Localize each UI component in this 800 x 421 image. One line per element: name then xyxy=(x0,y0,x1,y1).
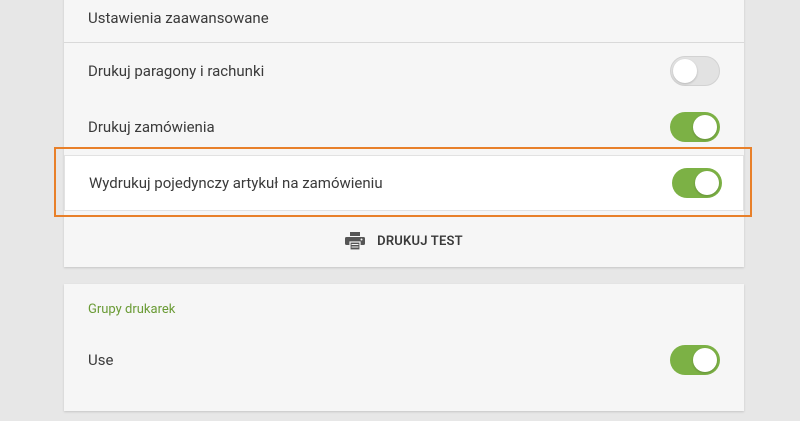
use-toggle[interactable] xyxy=(670,345,720,375)
print-test-label: DRUKUJ TEST xyxy=(377,233,463,249)
print-orders-label: Drukuj zamówienia xyxy=(88,118,215,136)
advanced-settings-label: Ustawienia zaawansowane xyxy=(88,9,269,27)
toggle-knob xyxy=(693,115,717,139)
use-row[interactable]: Use xyxy=(64,332,744,388)
use-label: Use xyxy=(88,351,114,369)
printer-icon xyxy=(345,232,366,250)
printer-groups-card: Grupy drukarek Use xyxy=(64,284,744,411)
printer-groups-title: Grupy drukarek xyxy=(88,302,176,317)
print-test-button[interactable]: DRUKUJ TEST xyxy=(64,226,744,256)
print-receipts-label: Drukuj paragony i rachunki xyxy=(88,62,265,80)
toggle-knob xyxy=(673,59,697,83)
printer-settings-card: Ustawienia zaawansowane Drukuj paragony … xyxy=(64,0,744,267)
print-single-item-label: Wydrukuj pojedynczy artykuł na zamówieni… xyxy=(89,174,383,192)
print-single-item-content: Wydrukuj pojedynczy artykuł na zamówieni… xyxy=(65,156,745,210)
print-single-item-row[interactable]: Wydrukuj pojedynczy artykuł na zamówieni… xyxy=(64,155,744,211)
toggle-knob xyxy=(693,348,717,372)
print-receipts-row[interactable]: Drukuj paragony i rachunki xyxy=(64,43,744,99)
advanced-settings-row[interactable]: Ustawienia zaawansowane xyxy=(64,0,744,46)
toggle-knob xyxy=(695,171,719,195)
print-single-item-toggle[interactable] xyxy=(672,168,722,198)
print-orders-toggle[interactable] xyxy=(670,112,720,142)
print-receipts-toggle[interactable] xyxy=(670,56,720,86)
